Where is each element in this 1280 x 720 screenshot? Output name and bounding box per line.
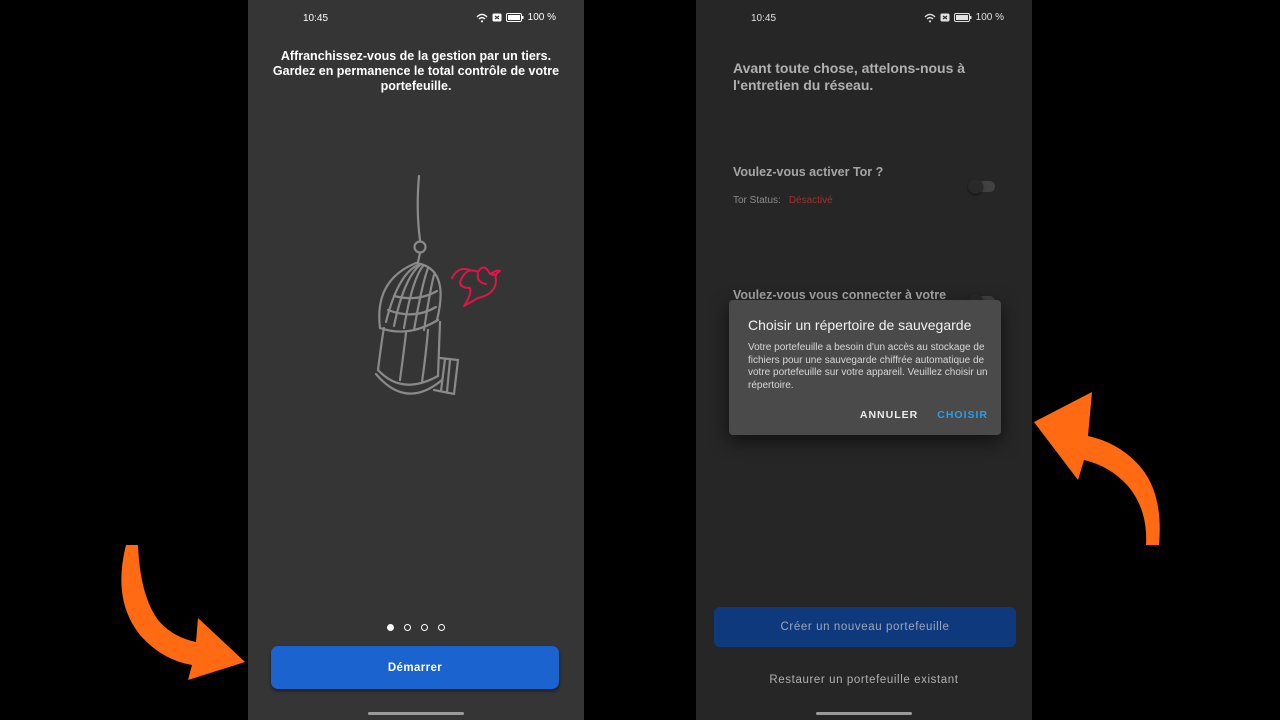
start-button[interactable]: Démarrer	[271, 646, 559, 689]
dialog-body: Votre portefeuille a besoin d'un accès a…	[748, 342, 988, 391]
cancel-button[interactable]: ANNULER	[860, 409, 918, 421]
page-dot[interactable]	[404, 624, 411, 631]
screenshot-canvas: 10:45 100 % Affranchissez-vous de la ges…	[0, 0, 1280, 720]
page-dot-active[interactable]	[387, 624, 394, 631]
choose-button[interactable]: CHOISIR	[937, 409, 988, 421]
arrow-to-choose-button-icon	[1034, 392, 1160, 545]
backup-directory-dialog: Choisir un répertoire de sauvegarde Votr…	[729, 300, 1001, 435]
dialog-actions: ANNULER CHOISIR	[860, 409, 988, 421]
home-indicator[interactable]	[816, 712, 912, 715]
onboarding-screen: 10:45 100 % Affranchissez-vous de la ges…	[248, 0, 584, 720]
page-indicator	[248, 624, 584, 631]
arrow-to-start-button-icon	[121, 545, 245, 680]
page-dot[interactable]	[438, 624, 445, 631]
status-time: 10:45	[303, 13, 329, 24]
birdcage-illustration	[374, 174, 501, 396]
onboarding-text: Affranchissez-vous de la gestion par un …	[272, 49, 560, 93]
page-dot[interactable]	[421, 624, 428, 631]
status-bar: 10:45 100 %	[248, 11, 584, 27]
battery-icon	[505, 13, 524, 22]
birdcage-icon	[374, 174, 460, 396]
notification-icon	[492, 13, 502, 22]
wifi-icon	[476, 13, 488, 22]
bird-icon	[451, 266, 501, 307]
network-setup-screen: 10:45 100 % Avant toute chose, attelons-…	[696, 0, 1032, 720]
dialog-title: Choisir un répertoire de sauvegarde	[748, 317, 972, 333]
home-indicator[interactable]	[368, 712, 464, 715]
status-icons: 100 %	[476, 12, 556, 23]
battery-percent: 100 %	[527, 12, 556, 23]
